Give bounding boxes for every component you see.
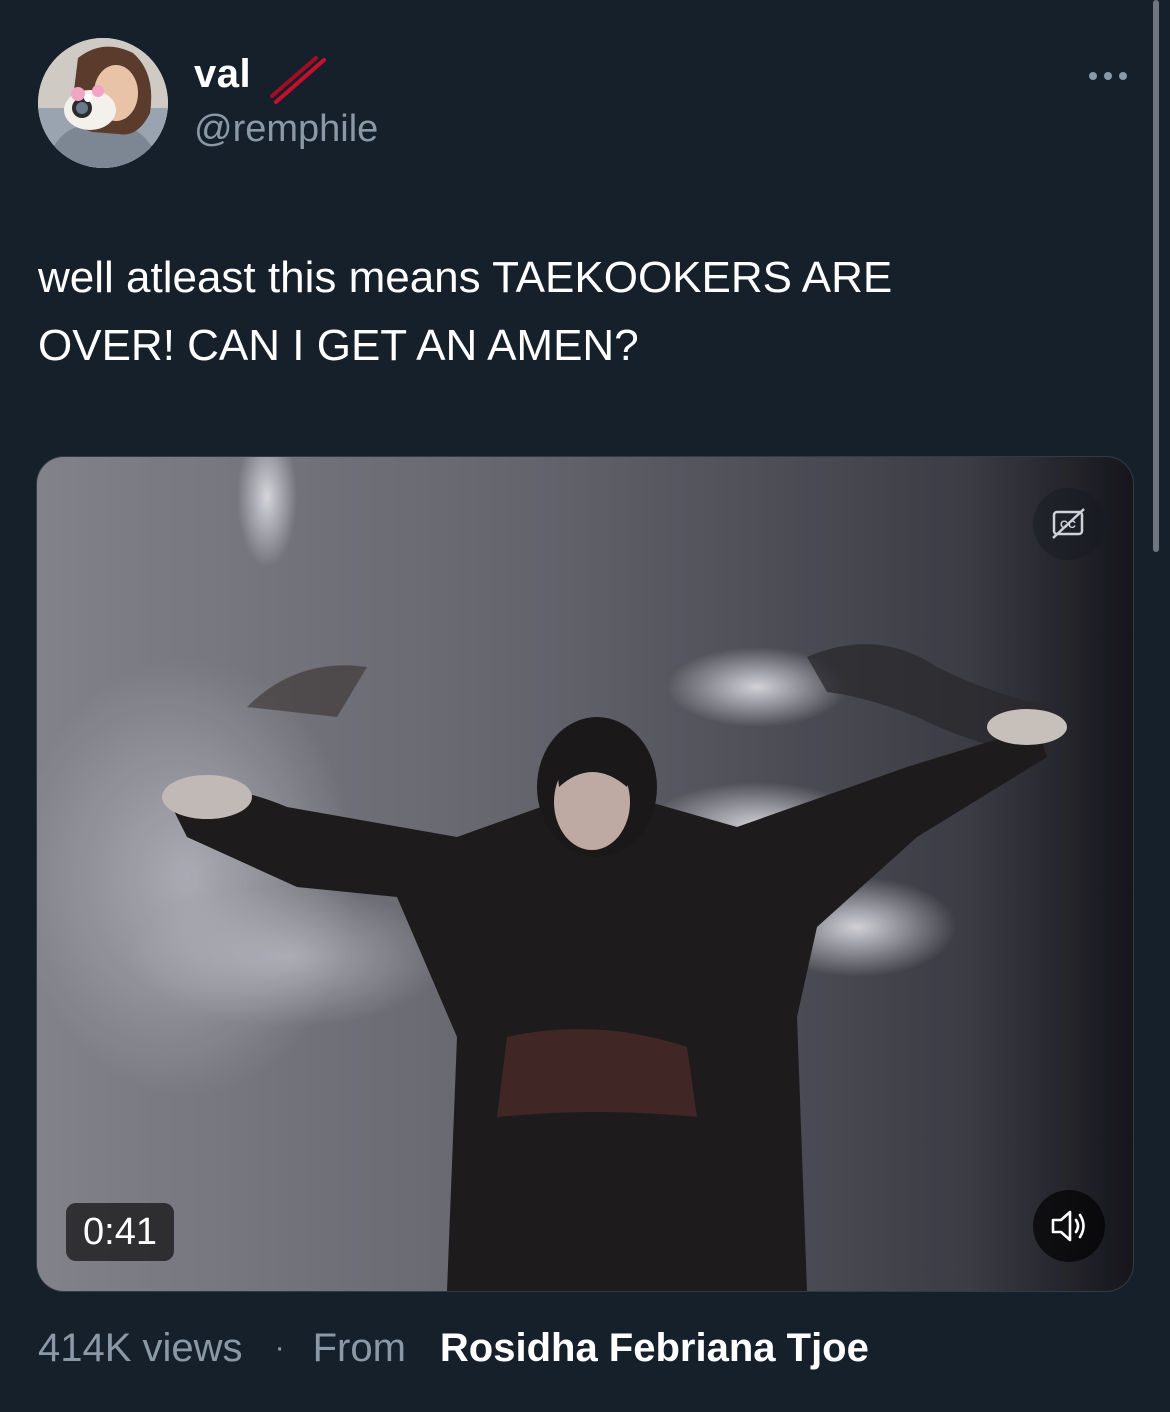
avatar-photo xyxy=(38,38,168,168)
volume-icon[interactable] xyxy=(1033,1190,1105,1262)
closed-captions-off-icon[interactable]: CC xyxy=(1033,488,1105,560)
chopsticks-icon xyxy=(270,56,326,104)
cc-icon-glyph: CC xyxy=(1052,508,1085,539)
user-handle[interactable]: @remphile xyxy=(194,108,378,151)
tweet-text: well atleast this means TAEKOOKERS ARE O… xyxy=(38,253,893,371)
scrollbar[interactable] xyxy=(1153,0,1159,552)
more-icon[interactable] xyxy=(1080,58,1136,94)
video-player[interactable] xyxy=(36,456,1134,1292)
speaker-glyph xyxy=(1051,1210,1085,1242)
display-name[interactable]: val xyxy=(194,52,251,97)
view-count: 414K views xyxy=(38,1325,243,1370)
video-meta: 414K views · From Rosidha Febriana Tjoe xyxy=(38,1320,869,1376)
video-source-link[interactable]: Rosidha Febriana Tjoe xyxy=(440,1326,869,1371)
video-duration: 0:41 xyxy=(66,1203,174,1261)
from-label: From xyxy=(312,1325,406,1370)
avatar[interactable] xyxy=(38,38,168,168)
video-frame xyxy=(37,457,1133,1291)
separator-dot: · xyxy=(274,1331,285,1364)
